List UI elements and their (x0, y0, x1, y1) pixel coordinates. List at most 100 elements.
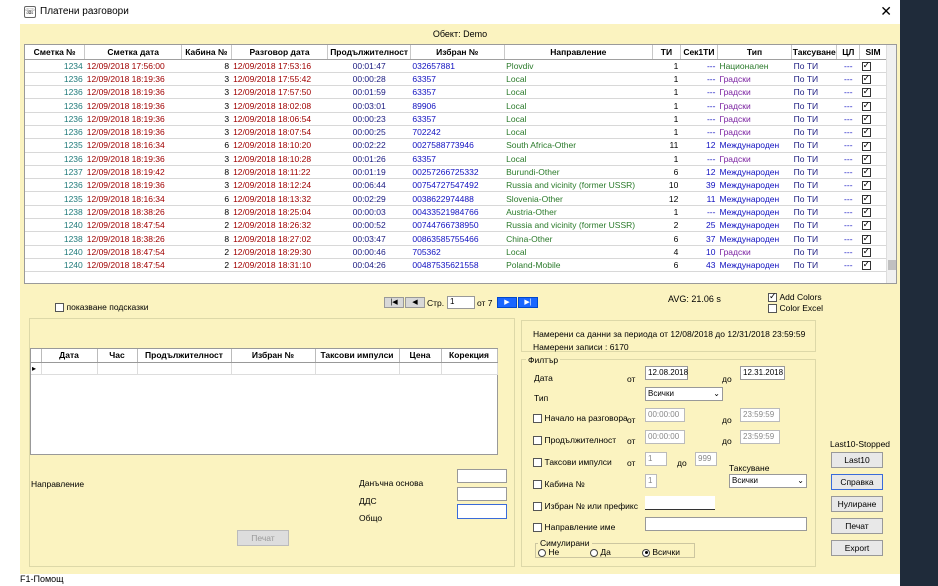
dest-checkbox[interactable] (533, 523, 542, 533)
date-from-input[interactable]: 12.08.2018 (645, 366, 688, 380)
report-button[interactable]: Справка (831, 474, 883, 490)
cell-sim[interactable] (859, 85, 887, 100)
start-from-input[interactable]: 00:00:00 (645, 408, 685, 422)
table-row[interactable]: 1237 12/09/2018 18:19:42 8 12/09/2018 18:11… (25, 165, 887, 180)
table-row[interactable]: 1236 12/09/2018 18:19:36 3 12/09/2018 18:07… (25, 125, 887, 140)
table-row[interactable]: 1236 12/09/2018 18:19:36 3 12/09/2018 17:55… (25, 72, 887, 87)
sim-checkbox[interactable] (861, 153, 871, 164)
column-header[interactable]: Сметка дата (84, 45, 183, 60)
cell-sim[interactable] (859, 59, 887, 73)
table-row[interactable]: 1240 12/09/2018 18:47:54 2 12/09/2018 18:31… (25, 258, 887, 273)
prev-page-button[interactable]: ◀ (405, 297, 425, 308)
column-header[interactable]: Направление (504, 45, 654, 60)
sim-all-radio[interactable] (642, 548, 650, 557)
add-colors-checkbox[interactable] (768, 291, 777, 303)
close-icon[interactable]: ✕ (880, 3, 892, 20)
cell-sim[interactable] (859, 165, 887, 180)
hints-checkbox[interactable] (55, 303, 64, 313)
cell-sim[interactable] (859, 258, 887, 273)
sim-checkbox[interactable] (861, 140, 871, 151)
cell-sim[interactable] (859, 72, 887, 87)
cell-sim[interactable] (859, 191, 887, 206)
grid-vertical-scrollbar[interactable] (886, 45, 896, 283)
sim-checkbox[interactable] (861, 206, 871, 218)
print-details-button[interactable]: Печат (237, 530, 289, 546)
table-row[interactable]: 1236 12/09/2018 18:19:36 3 12/09/2018 18:02… (25, 98, 887, 113)
cell-sim[interactable] (859, 205, 887, 220)
sim-checkbox[interactable] (861, 73, 871, 85)
table-row[interactable]: 1235 12/09/2018 18:16:34 6 12/09/2018 18:13… (25, 191, 887, 206)
dur-from-input[interactable]: 00:00:00 (645, 430, 685, 444)
table-row[interactable]: 1236 12/09/2018 18:19:36 3 12/09/2018 18:12… (25, 178, 887, 193)
sim-checkbox[interactable] (861, 113, 871, 124)
table-row[interactable]: 1235 12/09/2018 18:16:34 6 12/09/2018 18:10… (25, 138, 887, 153)
scrollbar-thumb[interactable] (888, 260, 896, 270)
column-header[interactable]: ЦЛ (836, 45, 861, 60)
start-filter[interactable]: Начало на разговора (533, 413, 628, 424)
column-header[interactable]: ТИ (652, 45, 681, 60)
table-row[interactable]: 1236 12/09/2018 18:19:36 3 12/09/2018 18:10… (25, 152, 887, 166)
column-header[interactable]: Продължителност (327, 45, 411, 60)
column-header[interactable]: SIM (859, 45, 887, 60)
sim-checkbox[interactable] (861, 259, 871, 271)
table-row[interactable]: 1234 12/09/2018 17:56:00 8 12/09/2018 17:53… (25, 59, 887, 73)
sim-yes-radio[interactable] (590, 548, 598, 557)
cell-sim[interactable] (859, 152, 887, 166)
sim-checkbox[interactable] (861, 179, 871, 191)
dest-input[interactable] (645, 517, 807, 531)
last-page-button[interactable]: ▶| (518, 297, 538, 308)
next-page-button[interactable]: ▶ (497, 297, 517, 308)
duration-filter[interactable]: Продължителност (533, 435, 616, 446)
detail-column-header[interactable]: Корекция (441, 349, 498, 363)
column-header[interactable]: Сметка № (25, 45, 86, 60)
column-header[interactable]: Избран № (410, 45, 505, 60)
sim-no-option[interactable]: Не (538, 547, 559, 557)
table-row[interactable]: 1240 12/09/2018 18:47:54 2 12/09/2018 18:29… (25, 245, 887, 259)
table-row[interactable]: 1238 12/09/2018 18:38:26 8 12/09/2018 18:25… (25, 205, 887, 220)
sim-checkbox[interactable] (861, 100, 871, 111)
sim-all-option[interactable]: Всички (642, 547, 680, 557)
calls-grid[interactable]: Сметка № Сметка дата Кабина № Разговор дата… (24, 44, 897, 284)
sim-no-radio[interactable] (538, 548, 546, 557)
cell-sim[interactable] (859, 218, 887, 233)
pulses-to-input[interactable]: 999 (695, 452, 717, 466)
column-header[interactable]: Тип (717, 45, 793, 60)
sim-checkbox[interactable] (861, 219, 871, 231)
start-checkbox[interactable] (533, 414, 542, 424)
cell-sim[interactable] (859, 98, 887, 113)
cell-sim[interactable] (859, 178, 887, 193)
cell-sim[interactable] (859, 138, 887, 153)
booth-checkbox[interactable] (533, 480, 542, 490)
start-to-input[interactable]: 23:59:59 (740, 408, 780, 422)
sim-checkbox[interactable] (861, 86, 871, 98)
pulses-from-input[interactable]: 1 (645, 452, 667, 466)
duration-checkbox[interactable] (533, 436, 542, 446)
add-colors-toggle[interactable]: Add Colors (768, 291, 822, 303)
detail-column-header[interactable]: Дата (41, 349, 98, 363)
column-header[interactable]: Сек1ТИ (680, 45, 718, 60)
cell-sim[interactable] (859, 231, 887, 246)
first-page-button[interactable]: |◀ (384, 297, 404, 308)
pulses-checkbox[interactable] (533, 458, 542, 468)
table-row[interactable]: 1236 12/09/2018 18:19:36 3 12/09/2018 17:57… (25, 85, 887, 100)
type-select[interactable]: Всички ⌄ (645, 387, 723, 401)
cell-sim[interactable] (859, 112, 887, 126)
column-header[interactable]: Таксуване (791, 45, 838, 60)
color-excel-checkbox[interactable] (768, 304, 777, 314)
sim-checkbox[interactable] (861, 126, 871, 138)
pulses-filter[interactable]: Таксови импулси (533, 457, 612, 468)
column-header[interactable]: Разговор дата (231, 45, 329, 60)
dur-to-input[interactable]: 23:59:59 (740, 430, 780, 444)
table-row[interactable]: 1236 12/09/2018 18:19:36 3 12/09/2018 18:06… (25, 112, 887, 126)
number-checkbox[interactable] (533, 502, 542, 512)
date-to-input[interactable]: 12.31.2018 (740, 366, 785, 380)
booth-input[interactable]: 1 (645, 474, 657, 488)
number-filter[interactable]: Избран № или префикс (533, 501, 638, 512)
hints-toggle[interactable]: показване подсказки (55, 302, 148, 313)
sim-checkbox[interactable] (861, 246, 871, 257)
details-grid[interactable]: Дата Час Продължителност Избран № Таксови им… (30, 348, 498, 455)
sim-checkbox[interactable] (861, 166, 871, 178)
print-button[interactable]: Печат (831, 518, 883, 534)
taxation-select[interactable]: Всички ⌄ (729, 474, 807, 488)
column-header[interactable]: Кабина № (181, 45, 232, 60)
